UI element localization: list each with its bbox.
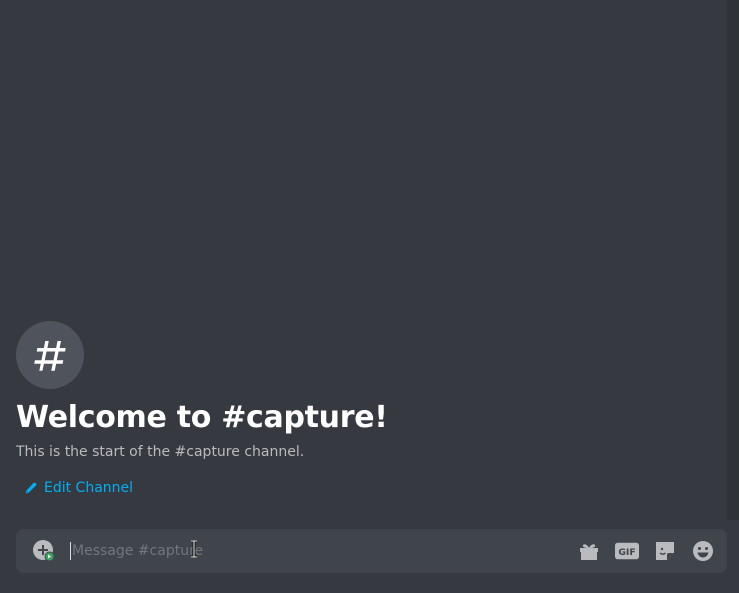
emoji-icon <box>693 541 713 561</box>
gif-label: GIF <box>618 547 635 558</box>
gift-icon <box>580 544 598 560</box>
channel-welcome: Welcome to #capture! This is the start o… <box>16 321 716 500</box>
pencil-icon <box>25 482 37 494</box>
gift-button[interactable] <box>577 539 601 563</box>
edit-channel-link[interactable]: Edit Channel <box>22 476 135 500</box>
attach-button[interactable] <box>16 529 72 573</box>
message-composer: GIF <box>16 529 727 573</box>
emoji-button[interactable] <box>691 539 715 563</box>
hashtag-icon <box>34 341 66 371</box>
channel-hash-avatar <box>16 321 84 389</box>
gif-button[interactable]: GIF <box>615 539 639 563</box>
message-input[interactable] <box>70 542 577 560</box>
attach-plus-icon <box>33 540 55 562</box>
ibeam-cursor-icon <box>191 540 197 558</box>
gif-icon: GIF <box>615 542 639 560</box>
welcome-title: Welcome to #capture! <box>16 400 388 435</box>
composer-buttons: GIF <box>577 539 727 563</box>
sticker-icon <box>656 542 674 560</box>
message-scrollbar[interactable] <box>727 0 739 520</box>
edit-channel-label: Edit Channel <box>44 480 134 496</box>
sticker-button[interactable] <box>653 539 677 563</box>
chat-area: Welcome to #capture! This is the start o… <box>0 0 739 593</box>
welcome-subtitle: This is the start of the #capture channe… <box>16 444 305 460</box>
